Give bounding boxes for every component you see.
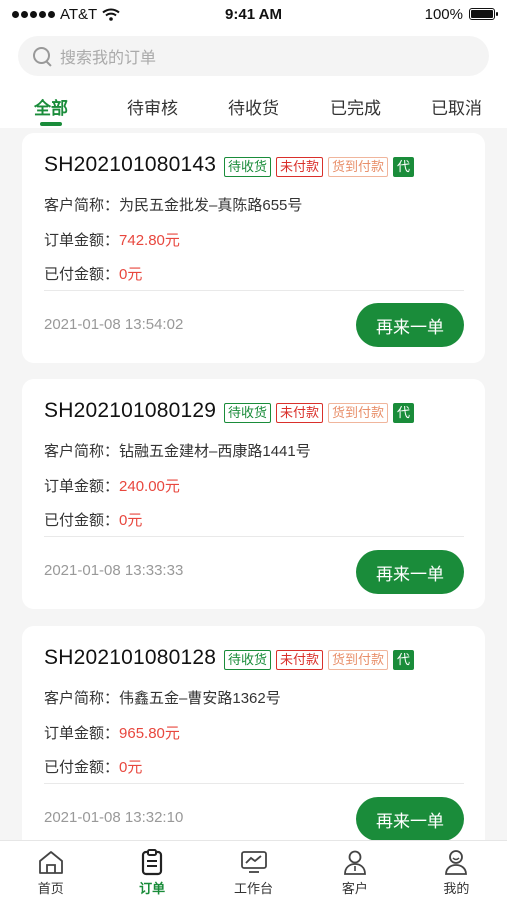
amount-label: 订单金额： <box>44 478 120 495</box>
paid-row: 已付金额：0元 <box>44 509 142 530</box>
nav-profile[interactable]: 我的 <box>406 841 507 900</box>
proxy-badge: 代 <box>393 157 415 177</box>
customer-name: 为民五金批发–真陈路655号 <box>119 197 303 214</box>
customer-row: 客户简称：钻融五金建材–西康路1441号 <box>44 440 311 461</box>
divider <box>44 536 464 537</box>
wifi-icon <box>102 8 120 21</box>
nav-label: 工作台 <box>234 881 274 896</box>
tab-all[interactable]: 全部 <box>34 94 68 119</box>
active-tab-indicator <box>40 122 62 126</box>
nav-label: 订单 <box>139 881 166 896</box>
tab-cancelled[interactable]: 已取消 <box>431 94 482 119</box>
order-amount: 240.00元 <box>119 478 180 495</box>
battery-percent: 100% <box>424 5 463 23</box>
profile-icon <box>445 850 468 875</box>
reorder-button[interactable]: 再来一单 <box>356 797 464 841</box>
tab-pending-review[interactable]: 待审核 <box>127 94 178 119</box>
customer-row: 客户简称：为民五金批发–真陈路655号 <box>44 194 302 215</box>
status-right: 100% <box>325 5 498 23</box>
payment-method-badge: 货到付款 <box>328 650 389 670</box>
search-input[interactable]: 搜索我的订单 <box>60 44 156 68</box>
paid-label: 已付金额： <box>44 266 120 283</box>
divider <box>44 783 464 784</box>
order-tabs: 全部 待审核 待收货 已完成 已取消 <box>0 90 507 128</box>
paid-label: 已付金额： <box>44 759 120 776</box>
search-bar[interactable]: 搜索我的订单 <box>18 36 489 76</box>
header: 搜索我的订单 全部 待审核 待收货 已完成 已取消 <box>0 28 507 128</box>
payment-method-badge: 货到付款 <box>328 157 389 177</box>
nav-customers[interactable]: 客户 <box>304 841 405 900</box>
order-amount: 965.80元 <box>119 725 180 742</box>
battery-icon <box>469 8 498 20</box>
customer-person-icon <box>344 850 366 875</box>
status-badge: 待收货 <box>224 403 272 423</box>
reorder-button[interactable]: 再来一单 <box>356 550 464 594</box>
order-tags: 待收货 未付款 货到付款 代 <box>224 403 415 423</box>
order-time: 2021-01-08 13:54:02 <box>44 316 184 333</box>
tab-completed[interactable]: 已完成 <box>330 94 381 119</box>
nav-workbench[interactable]: 工作台 <box>203 841 304 900</box>
customer-name: 钻融五金建材–西康路1441号 <box>119 443 311 460</box>
workbench-monitor-icon <box>240 851 267 873</box>
order-time: 2021-01-08 13:33:33 <box>44 562 184 579</box>
order-card[interactable]: SH202101080128 待收货 未付款 货到付款 代 客户简称：伟鑫五金–… <box>22 626 485 856</box>
customer-name: 伟鑫五金–曹安路1362号 <box>119 690 281 707</box>
amount-row: 订单金额：240.00元 <box>44 475 180 496</box>
paid-row: 已付金额：0元 <box>44 756 142 777</box>
paid-amount: 0元 <box>119 512 143 529</box>
customer-row: 客户简称：伟鑫五金–曹安路1362号 <box>44 687 281 708</box>
order-clipboard-icon <box>142 849 163 876</box>
order-number: SH202101080129 <box>44 399 217 422</box>
payment-badge: 未付款 <box>276 650 324 670</box>
payment-badge: 未付款 <box>276 403 324 423</box>
nav-home[interactable]: 首页 <box>0 841 101 900</box>
customer-label: 客户简称： <box>44 690 120 707</box>
status-bar: AT&T 9:41 AM 100% <box>0 0 507 28</box>
customer-label: 客户简称： <box>44 443 120 460</box>
status-time: 9:41 AM <box>225 5 282 23</box>
order-number: SH202101080143 <box>44 153 217 176</box>
amount-label: 订单金额： <box>44 232 120 249</box>
bottom-nav: 首页 订单 工作台 客户 我的 <box>0 840 507 900</box>
amount-row: 订单金额：965.80元 <box>44 722 180 743</box>
order-card[interactable]: SH202101080129 待收货 未付款 货到付款 代 客户简称：钻融五金建… <box>22 379 485 609</box>
divider <box>44 290 464 291</box>
carrier-label: AT&T <box>60 5 98 23</box>
order-tags: 待收货 未付款 货到付款 代 <box>224 650 415 670</box>
amount-label: 订单金额： <box>44 725 120 742</box>
status-left: AT&T <box>12 6 182 23</box>
signal-icon <box>12 10 55 18</box>
amount-row: 订单金额：742.80元 <box>44 229 180 250</box>
proxy-badge: 代 <box>393 403 415 423</box>
nav-label: 首页 <box>37 881 64 896</box>
proxy-badge: 代 <box>393 650 415 670</box>
payment-method-badge: 货到付款 <box>328 403 389 423</box>
payment-badge: 未付款 <box>276 157 324 177</box>
nav-label: 我的 <box>443 881 470 896</box>
search-icon <box>32 46 52 66</box>
order-amount: 742.80元 <box>119 232 180 249</box>
status-badge: 待收货 <box>224 157 272 177</box>
paid-amount: 0元 <box>119 266 143 283</box>
reorder-button[interactable]: 再来一单 <box>356 303 464 347</box>
order-time: 2021-01-08 13:32:10 <box>44 809 184 826</box>
order-card[interactable]: SH202101080143 待收货 未付款 货到付款 代 客户简称：为民五金批… <box>22 133 485 363</box>
home-icon <box>38 851 63 874</box>
nav-orders[interactable]: 订单 <box>101 841 202 900</box>
paid-label: 已付金额： <box>44 512 120 529</box>
status-badge: 待收货 <box>224 650 272 670</box>
nav-label: 客户 <box>341 881 368 896</box>
customer-label: 客户简称： <box>44 197 120 214</box>
tab-pending-receipt[interactable]: 待收货 <box>228 94 279 119</box>
paid-amount: 0元 <box>119 759 143 776</box>
order-number: SH202101080128 <box>44 646 217 669</box>
paid-row: 已付金额：0元 <box>44 263 142 284</box>
order-tags: 待收货 未付款 货到付款 代 <box>224 157 415 177</box>
